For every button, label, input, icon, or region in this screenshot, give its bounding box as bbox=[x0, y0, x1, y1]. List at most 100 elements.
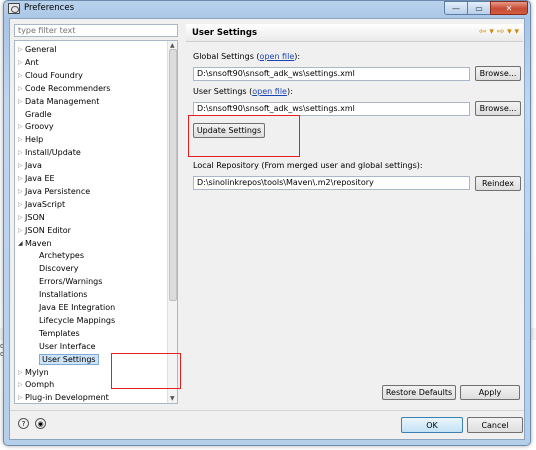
user-open-file-link[interactable]: open file bbox=[252, 87, 287, 96]
filter-input[interactable] bbox=[14, 24, 178, 37]
tree-item[interactable]: ▷ Ant bbox=[15, 57, 39, 69]
collapsed-arrow-icon[interactable]: ▷ bbox=[18, 392, 23, 403]
collapsed-arrow-icon[interactable]: ▷ bbox=[18, 160, 23, 172]
expanded-arrow-icon[interactable]: ◢ bbox=[18, 238, 23, 250]
tree-item-label: Lifecycle Mappings bbox=[39, 315, 116, 325]
tree-item[interactable]: ▷ Mylyn bbox=[15, 367, 49, 379]
tree-item[interactable]: Gradle bbox=[15, 109, 52, 121]
tree-item-label: Templates bbox=[39, 328, 80, 338]
footer-divider bbox=[10, 410, 524, 411]
apply-button[interactable]: Apply bbox=[460, 385, 520, 400]
tree-item[interactable]: Errors/Warnings bbox=[15, 276, 102, 288]
user-settings-label: User Settings (open file): bbox=[193, 87, 293, 96]
collapsed-arrow-icon[interactable]: ▷ bbox=[18, 134, 23, 146]
tree-item[interactable]: ▷ Oomph bbox=[15, 379, 54, 391]
tree-item[interactable]: Archetypes bbox=[15, 250, 84, 262]
tree-item[interactable]: Templates bbox=[15, 328, 80, 340]
tree-item[interactable]: ▷ Cloud Foundry bbox=[15, 70, 83, 82]
minimize-button[interactable]: — bbox=[444, 1, 468, 15]
help-icon[interactable]: ? bbox=[18, 418, 29, 429]
preference-tree: ▲ ▼ ▷ General ▷ Ant ▷ Cloud Foundry ▷ Code Reco… bbox=[14, 40, 178, 404]
tree-item-label: Archetypes bbox=[39, 251, 85, 261]
tree-item-label: JavaScript bbox=[25, 199, 66, 209]
cancel-button[interactable]: Cancel bbox=[467, 417, 523, 433]
tree-item-label: Data Management bbox=[25, 96, 100, 106]
tree-item[interactable]: ▷ Data Management bbox=[15, 96, 99, 108]
tree-item-label: Java EE Integration bbox=[39, 303, 116, 312]
tree-item[interactable]: User Settings bbox=[15, 353, 99, 366]
app-icon bbox=[8, 3, 20, 14]
local-repository-field: D:\sinolinkrepos\tools\Maven\.m2\reposit… bbox=[193, 176, 470, 190]
tree-item[interactable]: ▷ Plug-in Development bbox=[15, 392, 109, 403]
tree-item-label: User Settings bbox=[39, 353, 99, 365]
tree-item-label: Ant bbox=[25, 57, 39, 67]
tree-item[interactable]: ▷ Install/Update bbox=[15, 147, 81, 159]
collapsed-arrow-icon[interactable]: ▷ bbox=[18, 199, 23, 211]
maximize-button[interactable]: ▭ bbox=[467, 1, 491, 15]
collapsed-arrow-icon[interactable]: ▷ bbox=[18, 212, 23, 224]
collapsed-arrow-icon[interactable]: ▷ bbox=[18, 121, 23, 133]
tree-item-label: Groovy bbox=[25, 122, 54, 132]
tree-item[interactable]: Java EE Integration bbox=[15, 302, 115, 314]
global-open-file-link[interactable]: open file bbox=[260, 52, 295, 61]
tree-item-label: Code Recommenders bbox=[25, 83, 111, 93]
collapsed-arrow-icon[interactable]: ▷ bbox=[18, 173, 23, 185]
info-icon[interactable]: ◉ bbox=[35, 418, 46, 429]
tree-item-label: Errors/Warnings bbox=[39, 277, 103, 287]
page-header: User Settings ⇦ ▾ ⇨ ▾ ▾ bbox=[186, 24, 523, 42]
tree-item-label: User Interface bbox=[39, 341, 96, 351]
tree-item[interactable]: ▷ General bbox=[15, 44, 57, 56]
global-settings-label: Global Settings (open file): bbox=[193, 52, 301, 61]
tree-item[interactable]: ▷ Java bbox=[15, 160, 42, 172]
tree-item[interactable]: User Interface bbox=[15, 341, 96, 353]
ok-button[interactable]: OK bbox=[401, 417, 463, 433]
browse-user-button[interactable]: Browse... bbox=[475, 101, 521, 116]
tree-item-label: Discovery bbox=[39, 264, 79, 274]
collapsed-arrow-icon[interactable]: ▷ bbox=[18, 379, 23, 391]
tree-item-label: JSON Editor bbox=[25, 225, 71, 235]
browse-global-button[interactable]: Browse... bbox=[475, 66, 521, 81]
user-settings-field[interactable]: D:\snsoft90\snsoft_adk_ws\settings.xml bbox=[193, 102, 470, 116]
collapsed-arrow-icon[interactable]: ▷ bbox=[18, 186, 23, 198]
tree-item[interactable]: ▷ Groovy bbox=[15, 121, 54, 133]
tree-item[interactable]: ▷ JavaScript bbox=[15, 199, 65, 211]
tree-item[interactable]: ▷ Java Persistence bbox=[15, 186, 90, 198]
tree-item[interactable]: ▷ Code Recommenders bbox=[15, 83, 110, 95]
restore-defaults-button[interactable]: Restore Defaults bbox=[382, 385, 456, 400]
tree-item[interactable]: ◢ Maven bbox=[15, 238, 52, 250]
screen: d o Preferences — ▭ ✕ ▲ ▼ ▷General▷Ant▷C… bbox=[0, 0, 536, 450]
nav-arrows-icon[interactable]: ⇦ ▾ ⇨ ▾ ▾ bbox=[479, 27, 519, 37]
collapsed-arrow-icon[interactable]: ▷ bbox=[18, 70, 23, 82]
collapsed-arrow-icon[interactable]: ▷ bbox=[18, 225, 23, 237]
reindex-button[interactable]: Reindex bbox=[475, 176, 521, 191]
tree-item[interactable]: Installations bbox=[15, 289, 87, 301]
tree-item-label: Install/Update bbox=[25, 148, 81, 158]
tree-item[interactable]: ▷ Java EE bbox=[15, 173, 55, 185]
tree-item[interactable]: Lifecycle Mappings bbox=[15, 315, 115, 327]
global-settings-field[interactable]: D:\snsoft90\snsoft_adk_ws\settings.xml bbox=[193, 67, 470, 81]
local-repository-label: Local Repository (From merged user and g… bbox=[193, 161, 423, 170]
tree-item-label: Oomph bbox=[25, 380, 55, 390]
title-bar[interactable]: Preferences — ▭ ✕ bbox=[4, 1, 530, 17]
tree-item[interactable]: ▷ JSON bbox=[15, 212, 45, 224]
scroll-down-icon[interactable]: ▼ bbox=[170, 395, 175, 402]
scroll-thumb[interactable] bbox=[169, 49, 177, 301]
collapsed-arrow-icon[interactable]: ▷ bbox=[18, 147, 23, 159]
collapsed-arrow-icon[interactable]: ▷ bbox=[18, 44, 23, 56]
dialog-client: ▲ ▼ ▷General▷Ant▷Cloud Foundry▷Code Reco… bbox=[9, 18, 525, 440]
scroll-up-icon[interactable]: ▲ bbox=[170, 42, 175, 49]
tree-item[interactable]: ▷ Help bbox=[15, 134, 43, 146]
collapsed-arrow-icon[interactable]: ▷ bbox=[18, 57, 23, 69]
collapsed-arrow-icon[interactable]: ▷ bbox=[18, 83, 23, 95]
collapsed-arrow-icon[interactable]: ▷ bbox=[18, 367, 23, 379]
tree-item-label: Gradle bbox=[25, 109, 52, 119]
tree-item-label: Help bbox=[25, 135, 44, 145]
collapsed-arrow-icon[interactable]: ▷ bbox=[18, 96, 23, 108]
tree-item-label: Java bbox=[25, 161, 42, 171]
tree-item[interactable]: ▷ JSON Editor bbox=[15, 225, 71, 237]
tree-item[interactable]: Discovery bbox=[15, 263, 79, 275]
tree-item-label: JSON bbox=[25, 212, 45, 222]
tree-scrollbar[interactable]: ▲ ▼ bbox=[167, 41, 177, 403]
tree-item-label: Plug-in Development bbox=[25, 393, 109, 403]
close-button[interactable]: ✕ bbox=[490, 1, 528, 15]
